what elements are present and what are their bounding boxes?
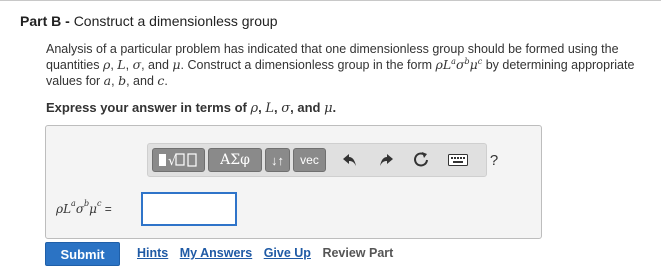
- help-button[interactable]: ?: [484, 150, 504, 170]
- greek-symbols-button[interactable]: ΑΣφ: [208, 148, 262, 172]
- label-rho: ρ: [56, 202, 64, 216]
- review-part-link[interactable]: Review Part: [322, 246, 393, 260]
- period: .: [332, 100, 337, 115]
- label-exp-c: c: [96, 199, 102, 208]
- var-sigma: σ: [132, 57, 142, 72]
- templates-button[interactable]: √: [152, 148, 205, 172]
- part-separator: -: [61, 13, 74, 29]
- templates-icon: √: [158, 153, 197, 169]
- action-links: Hints My Answers Give Up Review Part: [137, 246, 393, 260]
- answer-instruction: Express your answer in terms of ρ, L, σ,…: [46, 100, 336, 116]
- period: .: [164, 74, 168, 88]
- form-rho: ρ: [435, 57, 443, 72]
- var-mu: μ: [324, 101, 333, 116]
- param-a: a: [103, 73, 112, 88]
- reset-icon[interactable]: [411, 150, 431, 170]
- top-divider: [0, 0, 661, 1]
- hints-link[interactable]: Hints: [137, 246, 168, 260]
- instruction-text: Express your answer in terms of: [46, 100, 251, 115]
- var-L: L: [265, 101, 274, 116]
- form-expression: ρLaσbμc: [435, 57, 483, 72]
- submit-button[interactable]: Submit: [45, 242, 120, 266]
- label-sigma: σ: [75, 202, 85, 216]
- my-answers-link[interactable]: My Answers: [180, 246, 252, 260]
- give-up-link[interactable]: Give Up: [264, 246, 311, 260]
- form-mu: μ: [469, 57, 478, 72]
- var-mu: μ: [172, 57, 181, 72]
- form-L: L: [442, 57, 452, 72]
- expression-label: ρLaσbμc =: [56, 199, 112, 216]
- undo-icon[interactable]: [340, 150, 360, 170]
- label-mu: μ: [89, 202, 97, 216]
- comma: ,: [125, 58, 133, 72]
- var-L: L: [117, 57, 126, 72]
- form-exp-b: b: [464, 57, 470, 66]
- keyboard-icon[interactable]: [448, 150, 468, 170]
- form-exp-a: a: [451, 57, 456, 66]
- param-b: b: [118, 73, 127, 88]
- label-L: L: [63, 202, 72, 216]
- form-sigma: σ: [455, 57, 465, 72]
- answer-input[interactable]: [141, 192, 237, 226]
- label-exp-a: a: [71, 199, 76, 208]
- form-exp-c: c: [477, 57, 483, 66]
- vector-button[interactable]: vec: [293, 148, 326, 172]
- equals-sign: =: [101, 202, 112, 216]
- and-text: , and: [141, 58, 173, 72]
- problem-text: . Construct a dimensionless group in the…: [180, 58, 436, 72]
- arrows-button[interactable]: ↓↑: [265, 148, 290, 172]
- redo-icon[interactable]: [376, 150, 396, 170]
- var-sigma: σ: [281, 101, 291, 116]
- part-header: Part B - Construct a dimensionless group: [20, 13, 278, 29]
- part-title: Construct a dimensionless group: [73, 13, 278, 29]
- answer-panel: √ ΑΣφ ↓↑ vec ? ρLaσbμc =: [45, 125, 542, 239]
- and-text: , and: [126, 74, 158, 88]
- and-text: , and: [290, 100, 325, 115]
- var-rho: ρ: [250, 101, 259, 116]
- problem-statement: Analysis of a particular problem has ind…: [46, 41, 646, 89]
- label-exp-b: b: [84, 199, 90, 208]
- part-label: Part B: [20, 13, 62, 29]
- math-toolbar: √ ΑΣφ ↓↑ vec ?: [147, 143, 498, 177]
